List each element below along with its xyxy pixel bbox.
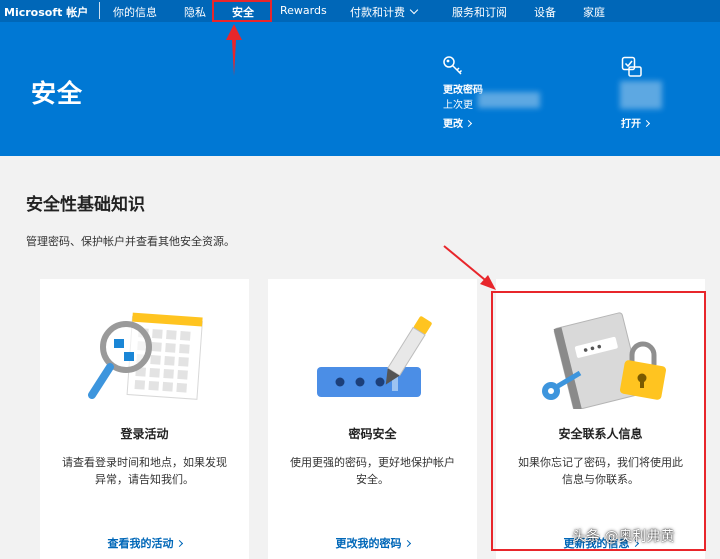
hero-banner: 安全 更改密码 上次更 更改 打开 (0, 22, 720, 156)
card-description: 使用更强的密码，更好地保护帐户安全。 (290, 456, 455, 486)
turn-on-link-label: 打开 (621, 119, 641, 130)
card-description: 请查看登录时间和地点，如果发现异常，请告知我们。 (62, 456, 227, 486)
annotation-highlight-box (212, 0, 272, 22)
brand-logo[interactable]: Microsoft 帐户 (4, 4, 88, 20)
nav-item-services[interactable]: 服务和订阅 (452, 4, 507, 20)
watermark-text: 头条 @奥利弗黄 (572, 529, 675, 545)
change-password-link[interactable]: 更改 (443, 115, 473, 130)
nav-item-rewards[interactable]: Rewards (280, 4, 327, 17)
change-password-card-link-label: 更改我的密码 (335, 537, 402, 550)
section-title: 安全性基础知识 (26, 195, 145, 215)
change-password-card-link[interactable]: 更改我的密码 (268, 535, 477, 551)
calendar-magnifier-icon (88, 312, 203, 400)
chevron-right-icon (175, 539, 183, 548)
key-icon (443, 56, 463, 75)
chevron-right-icon (642, 119, 651, 128)
nav-item-family[interactable]: 家庭 (583, 4, 605, 20)
view-activity-link[interactable]: 查看我的活动 (40, 535, 249, 551)
section-description: 管理密码、保护帐户并查看其他安全资源。 (26, 235, 235, 248)
turn-on-link[interactable]: 打开 (621, 115, 651, 130)
nav-item-privacy[interactable]: 隐私 (184, 4, 206, 20)
top-nav: Microsoft 帐户 你的信息 隐私 安全 Rewards 付款和计费 服务… (0, 0, 720, 22)
change-password-label: 更改密码 (443, 85, 483, 96)
last-changed-text: 上次更 (443, 100, 473, 111)
redacted-date (478, 92, 540, 108)
redacted-two-step-text (620, 81, 662, 109)
view-activity-link-label: 查看我的活动 (107, 537, 174, 550)
chevron-down-icon (409, 5, 419, 15)
nav-item-payment-label: 付款和计费 (350, 6, 405, 19)
chevron-right-icon (403, 539, 411, 548)
card-description: 如果你忘记了密码，我们将使用此信息与你联系。 (518, 456, 683, 486)
card-title: 密码安全 (348, 427, 397, 441)
card-sign-in-activity: 登录活动 请查看登录时间和地点，如果发现异常，请告知我们。 查看我的活动 (40, 279, 249, 559)
page-title: 安全 (31, 79, 84, 108)
notebook-lock-key-icon (542, 312, 666, 409)
card-security-contact-info: 安全联系人信息 如果你忘记了密码，我们将使用此信息与你联系。 更新我的信息 (496, 279, 705, 559)
nav-item-your-info[interactable]: 你的信息 (113, 4, 157, 20)
card-password-security: 密码安全 使用更强的密码，更好地保护帐户安全。 更改我的密码 (268, 279, 477, 559)
card-title: 安全联系人信息 (558, 427, 643, 441)
nav-divider (99, 2, 100, 19)
chevron-right-icon (464, 119, 473, 128)
password-field-pen-icon (317, 316, 432, 397)
nav-item-payment[interactable]: 付款和计费 (350, 4, 419, 20)
card-title: 登录活动 (120, 427, 169, 441)
nav-item-devices[interactable]: 设备 (534, 4, 556, 20)
change-password-link-label: 更改 (443, 119, 463, 130)
two-step-check-icon (621, 56, 642, 77)
